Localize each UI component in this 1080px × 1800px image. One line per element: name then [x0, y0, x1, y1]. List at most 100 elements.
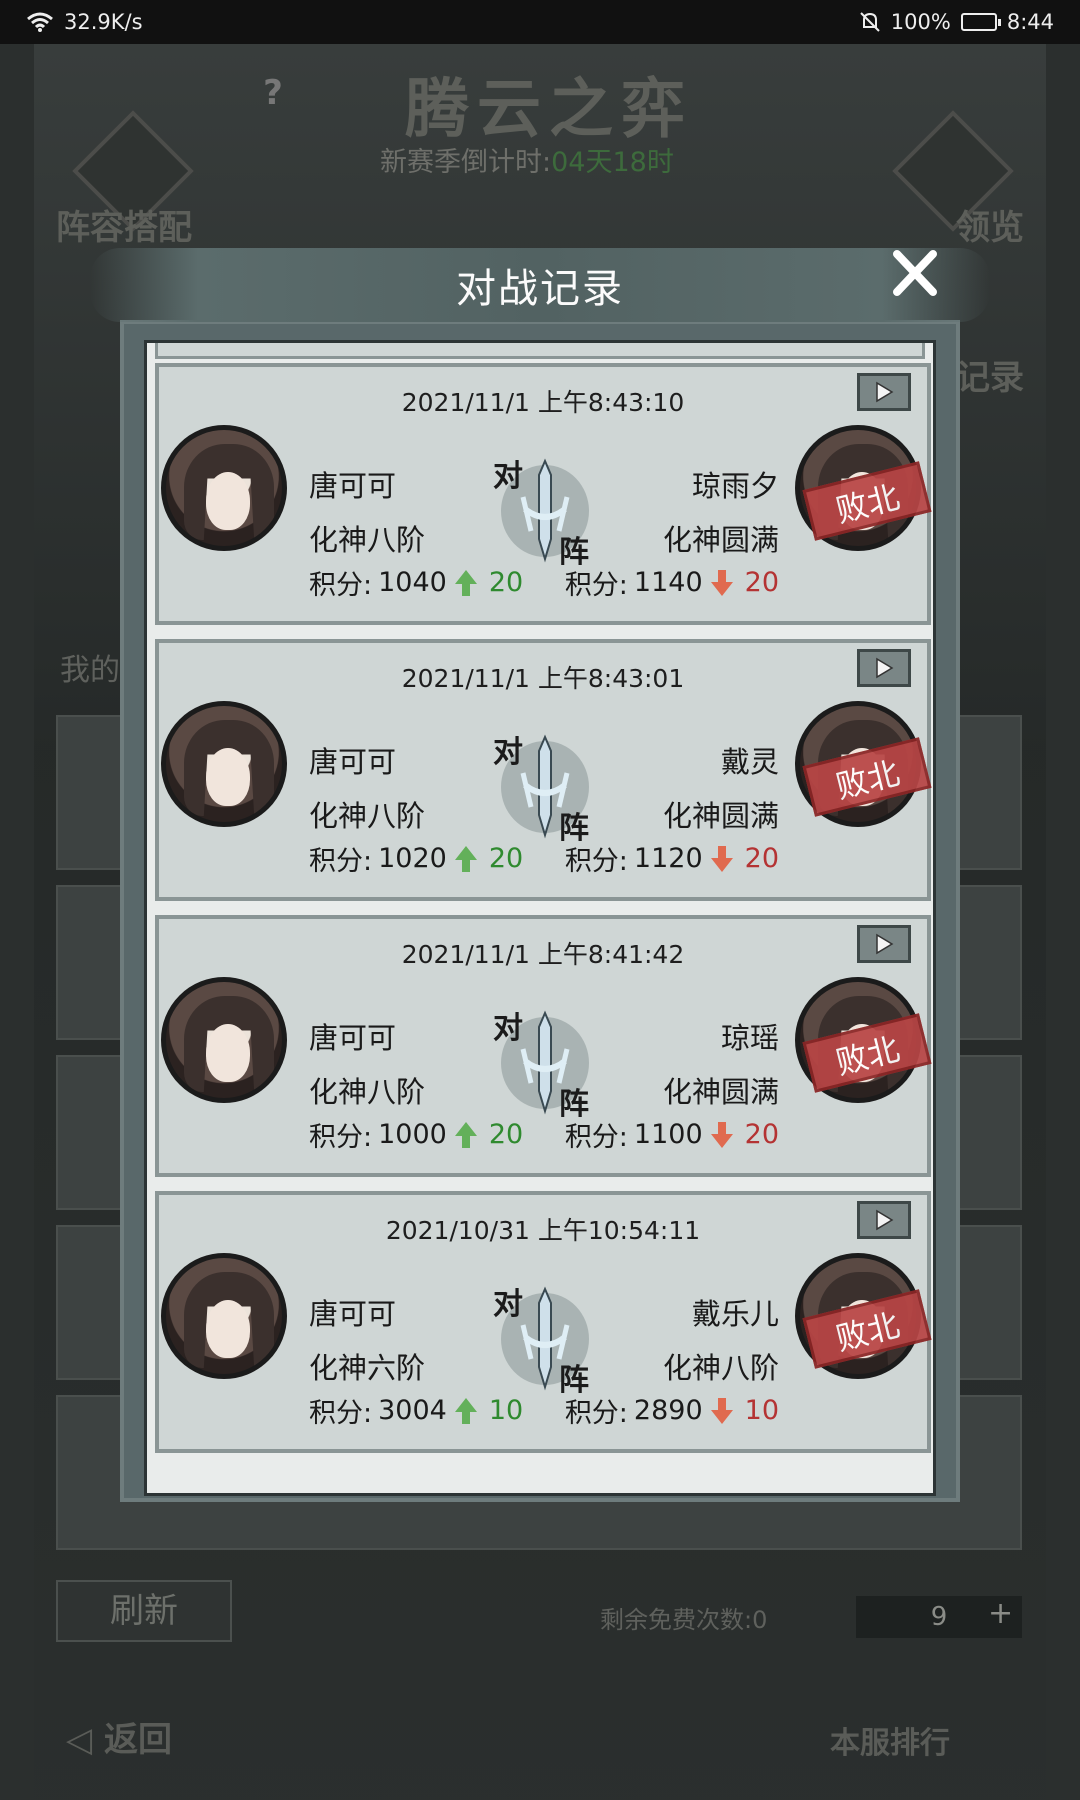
player-name: 唐可可	[309, 469, 397, 503]
help-icon[interactable]: ?	[250, 70, 296, 116]
network-speed: 32.9K/s	[64, 10, 143, 34]
battle-time: 2021/11/1 上午8:41:42	[401, 940, 685, 969]
season-countdown: 新赛季倒计时:04天18时	[380, 140, 674, 179]
score-value: 2890	[633, 1395, 703, 1426]
player-rank: 化神八阶	[309, 799, 426, 833]
player-avatar	[161, 425, 287, 551]
server-rank-button[interactable]: 本服排行	[830, 1718, 950, 1762]
player-rank: 化神六阶	[309, 1351, 426, 1385]
player-avatar	[161, 701, 287, 827]
versus-emblem-icon: 对 阵	[489, 727, 599, 846]
clock: 8:44	[1006, 10, 1054, 34]
record-label[interactable]: 记录	[956, 350, 1024, 399]
replay-button[interactable]	[857, 1201, 911, 1239]
score-loss: 10	[744, 1395, 779, 1426]
opponent-score: 积分: 2890 10	[565, 1391, 779, 1430]
battle-record-list[interactable]: 2021/11/1 上午8:43:10 唐可可 化神八阶 积分: 1040 20 …	[144, 340, 936, 1496]
add-ticket-button[interactable]: +	[988, 1596, 1013, 1631]
replay-button[interactable]	[857, 925, 911, 963]
player-avatar	[161, 977, 287, 1103]
my-rank-label: 我的	[60, 653, 120, 688]
status-bar: 32.9K/s 100% 8:44	[0, 0, 1080, 44]
versus-emblem-icon: 对 阵	[489, 1003, 599, 1122]
back-button[interactable]: ◁ 返回	[66, 1712, 172, 1761]
battle-time: 2021/11/1 上午8:43:10	[401, 388, 685, 417]
wifi-icon	[27, 12, 53, 32]
battery-percent: 100%	[890, 10, 951, 34]
opponent-name: 戴灵	[720, 745, 779, 779]
player-name: 唐可可	[309, 1021, 397, 1055]
replay-button[interactable]	[857, 373, 911, 411]
score-label: 积分:	[309, 846, 373, 877]
play-icon	[876, 933, 894, 955]
versus-char-1: 对	[493, 459, 523, 494]
score-label: 积分:	[564, 1122, 628, 1153]
arrow-down-icon	[710, 1121, 733, 1148]
score-loss: 20	[744, 1119, 779, 1150]
score-value: 1040	[378, 567, 447, 598]
back-label: 返回	[103, 1720, 172, 1760]
play-icon	[876, 657, 894, 679]
score-value: 1020	[378, 843, 447, 874]
play-icon	[876, 1209, 894, 1231]
versus-emblem-icon: 对 阵	[489, 451, 599, 570]
battle-record-card: 2021/10/31 上午10:54:11 唐可可 化神六阶 积分: 3004 1…	[155, 1191, 932, 1453]
opponent-rank: 化神圆满	[662, 799, 779, 833]
replay-button[interactable]	[857, 649, 911, 687]
lineup-label[interactable]: 阵容搭配	[56, 200, 192, 249]
arrow-down-icon	[710, 845, 733, 872]
back-arrow-icon: ◁	[66, 1720, 104, 1760]
list-top-cap	[155, 343, 925, 359]
refresh-button[interactable]: 刷新	[56, 1580, 232, 1642]
player-rank: 化神八阶	[309, 1075, 426, 1109]
game-title: 腾云之弈	[405, 72, 693, 147]
arrow-up-icon	[454, 1121, 477, 1148]
countdown-label: 新赛季倒计时:	[380, 147, 552, 178]
score-loss: 20	[744, 843, 779, 874]
opponent-rank: 化神圆满	[662, 1075, 779, 1109]
versus-char-1: 对	[493, 1011, 523, 1046]
versus-emblem-icon: 对 阵	[489, 1279, 599, 1398]
score-label: 积分:	[564, 570, 628, 601]
opponent-score: 积分: 1140 20	[565, 563, 779, 602]
score-gain: 20	[488, 1119, 524, 1150]
free-times-label: 剩余免费次数:0	[600, 1606, 768, 1634]
close-button[interactable]	[874, 240, 956, 308]
opponent-rank: 化神八阶	[662, 1351, 779, 1385]
arrow-up-icon	[454, 1397, 477, 1424]
score-label: 积分:	[309, 1398, 373, 1429]
battle-record-card: 2021/11/1 上午8:41:42 唐可可 化神八阶 积分: 1000 20 …	[155, 915, 932, 1177]
battle-time: 2021/11/1 上午8:43:01	[401, 664, 685, 693]
opponent-name: 戴乐儿	[691, 1297, 779, 1331]
opponent-score: 积分: 1100 20	[565, 1115, 779, 1154]
score-gain: 20	[488, 567, 524, 598]
score-gain: 10	[488, 1395, 524, 1426]
score-value: 1000	[378, 1119, 447, 1150]
score-value: 1100	[633, 1119, 703, 1150]
score-gain: 20	[488, 843, 524, 874]
opponent-rank: 化神圆满	[662, 523, 779, 557]
score-label: 积分:	[564, 846, 628, 877]
mute-icon	[860, 12, 880, 32]
opponent-score: 积分: 1120 20	[565, 839, 779, 878]
score-value: 1120	[633, 843, 703, 874]
player-rank: 化神八阶	[309, 523, 426, 557]
player-name: 唐可可	[309, 1297, 397, 1331]
opponent-name: 琼瑶	[720, 1021, 779, 1055]
versus-char-1: 对	[493, 735, 523, 770]
battle-time: 2021/10/31 上午10:54:11	[385, 1216, 701, 1245]
score-loss: 20	[744, 567, 779, 598]
battle-record-card: 2021/11/1 上午8:43:01 唐可可 化神八阶 积分: 1020 20 …	[155, 639, 932, 901]
player-name: 唐可可	[309, 745, 397, 779]
arrow-down-icon	[710, 1397, 733, 1424]
score-label: 积分:	[309, 570, 373, 601]
play-icon	[876, 381, 894, 403]
versus-char-1: 对	[493, 1287, 523, 1322]
battery-icon	[960, 13, 1001, 31]
score-label: 积分:	[309, 1122, 373, 1153]
score-label: 积分:	[564, 1398, 628, 1429]
arrow-up-icon	[454, 845, 477, 872]
arrow-up-icon	[454, 569, 477, 596]
preview-label[interactable]: 领览	[956, 200, 1024, 249]
score-value: 1140	[633, 567, 703, 598]
